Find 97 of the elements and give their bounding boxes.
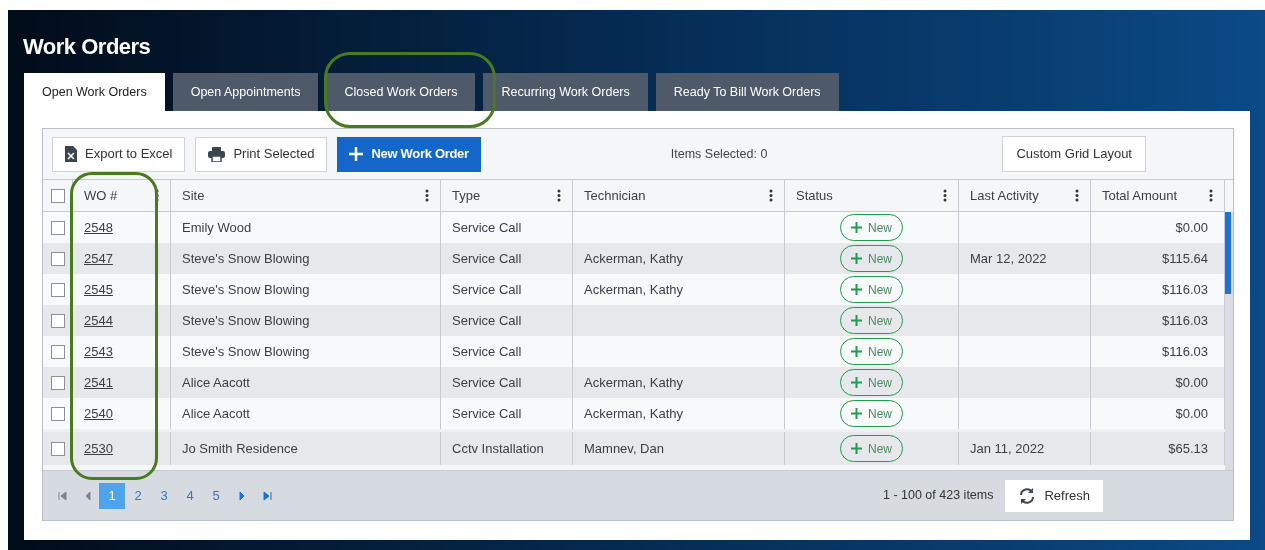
technician-cell-text: Mamnev, Dan bbox=[584, 439, 664, 458]
row-checkbox[interactable] bbox=[50, 441, 65, 456]
row-checkbox[interactable] bbox=[50, 251, 65, 266]
items-selected-label: Items Selected: 0 bbox=[670, 145, 768, 163]
plus-icon bbox=[851, 408, 862, 419]
row-checkbox[interactable] bbox=[50, 282, 65, 297]
work-order-link[interactable]: 2541 bbox=[84, 372, 113, 393]
plus-icon bbox=[851, 443, 862, 454]
column-menu-icon[interactable] bbox=[557, 189, 561, 202]
new-work-order-button[interactable]: New Work Order bbox=[337, 136, 481, 172]
type-cell-text: Service Call bbox=[452, 280, 522, 299]
plus-icon bbox=[851, 222, 862, 233]
plus-icon bbox=[349, 147, 364, 161]
work-order-link[interactable]: 2540 bbox=[84, 403, 113, 424]
pager-summary: 1 - 100 of 423 items bbox=[883, 487, 994, 505]
row-checkbox[interactable] bbox=[50, 313, 65, 328]
site-cell-text: Alice Aacott bbox=[182, 373, 250, 392]
work-order-link[interactable]: 2545 bbox=[84, 279, 113, 300]
column-menu-icon[interactable] bbox=[1075, 189, 1079, 202]
site-cell-text: Jo Smith Residence bbox=[182, 439, 298, 458]
type-cell-text: Service Call bbox=[452, 218, 522, 237]
column-header[interactable]: WO # bbox=[84, 185, 118, 206]
total-amount-cell-text: $116.03 bbox=[1161, 311, 1208, 330]
column-menu-icon[interactable] bbox=[943, 189, 947, 202]
total-amount-cell-text: $116.03 bbox=[1161, 342, 1208, 361]
previous-page-icon[interactable] bbox=[83, 490, 93, 501]
tab[interactable]: Recurring Work Orders bbox=[483, 73, 648, 111]
total-amount-cell-text: $0.00 bbox=[1175, 404, 1208, 423]
plus-icon bbox=[851, 346, 862, 357]
total-amount-cell-text: $0.00 bbox=[1175, 218, 1208, 237]
work-order-link[interactable]: 2544 bbox=[84, 310, 113, 331]
tab[interactable]: Open Appointments bbox=[172, 73, 319, 111]
site-cell-text: Alice Aacott bbox=[182, 404, 250, 423]
status-badge: New bbox=[840, 214, 903, 241]
column-header[interactable]: Status bbox=[796, 185, 833, 206]
technician-cell-text: Ackerman, Kathy bbox=[584, 373, 683, 392]
site-cell-text: Emily Wood bbox=[182, 218, 252, 237]
status-badge: New bbox=[840, 338, 903, 365]
site-cell-text: Steve's Snow Blowing bbox=[182, 280, 310, 299]
column-header[interactable]: Total Amount bbox=[1102, 185, 1178, 206]
status-badge: New bbox=[840, 245, 903, 272]
row-checkbox[interactable] bbox=[50, 188, 65, 203]
column-menu-icon[interactable] bbox=[769, 189, 773, 202]
last-activity-cell-text: Jan 11, 2022 bbox=[970, 439, 1045, 458]
total-amount-cell-text: $0.00 bbox=[1175, 373, 1208, 392]
last-page-icon[interactable] bbox=[263, 490, 273, 501]
printer-icon bbox=[208, 146, 226, 162]
status-badge: New bbox=[840, 400, 903, 427]
tab[interactable]: Closed Work Orders bbox=[326, 73, 476, 111]
column-menu-icon[interactable] bbox=[1209, 189, 1213, 202]
type-cell-text: Cctv Installation bbox=[452, 439, 544, 458]
total-amount-cell-text: $65.13 bbox=[1168, 439, 1208, 458]
row-checkbox[interactable] bbox=[50, 406, 65, 421]
last-activity-cell-text: Mar 12, 2022 bbox=[970, 249, 1047, 268]
column-header[interactable]: Site bbox=[182, 185, 205, 206]
status-badge: New bbox=[840, 276, 903, 303]
plus-icon bbox=[851, 377, 862, 388]
site-cell-text: Steve's Snow Blowing bbox=[182, 249, 310, 268]
type-cell-text: Service Call bbox=[452, 373, 522, 392]
technician-cell-text: Ackerman, Kathy bbox=[584, 404, 683, 423]
plus-icon bbox=[851, 253, 862, 264]
technician-cell-text: Ackerman, Kathy bbox=[584, 249, 683, 268]
print-selected-button[interactable]: Print Selected bbox=[195, 136, 328, 172]
type-cell-text: Service Call bbox=[452, 342, 522, 361]
type-cell-text: Service Call bbox=[452, 249, 522, 268]
type-cell-text: Service Call bbox=[452, 311, 522, 330]
tab[interactable]: Open Work Orders bbox=[24, 73, 165, 111]
tab[interactable]: Ready To Bill Work Orders bbox=[655, 73, 839, 111]
total-amount-cell-text: $116.03 bbox=[1161, 280, 1208, 299]
refresh-icon bbox=[1018, 486, 1037, 505]
plus-icon bbox=[851, 284, 862, 295]
technician-cell-text: Ackerman, Kathy bbox=[584, 280, 683, 299]
work-order-link[interactable]: 2530 bbox=[84, 438, 113, 459]
custom-grid-layout-button[interactable]: Custom Grid Layout bbox=[1002, 136, 1146, 172]
plus-icon bbox=[851, 315, 862, 326]
refresh-button[interactable]: Refresh bbox=[1005, 479, 1103, 512]
excel-file-icon bbox=[65, 146, 77, 162]
site-cell-text: Steve's Snow Blowing bbox=[182, 342, 310, 361]
type-cell-text: Service Call bbox=[452, 404, 522, 423]
row-checkbox[interactable] bbox=[50, 220, 65, 235]
column-header[interactable]: Technician bbox=[584, 185, 646, 206]
column-header[interactable]: Last Activity bbox=[970, 185, 1039, 206]
column-menu-icon[interactable] bbox=[425, 189, 429, 202]
total-amount-cell-text: $115.64 bbox=[1161, 249, 1208, 268]
column-header[interactable]: Type bbox=[452, 185, 481, 206]
status-badge: New bbox=[840, 369, 903, 396]
next-page-icon[interactable] bbox=[237, 490, 247, 501]
scrollbar[interactable] bbox=[1225, 212, 1233, 470]
work-order-link[interactable]: 2547 bbox=[84, 248, 113, 269]
export-excel-button[interactable]: Export to Excel bbox=[52, 136, 186, 172]
work-order-link[interactable]: 2548 bbox=[84, 217, 113, 238]
site-cell-text: Steve's Snow Blowing bbox=[182, 311, 310, 330]
row-checkbox[interactable] bbox=[50, 344, 65, 359]
work-order-link[interactable]: 2543 bbox=[84, 341, 113, 362]
first-page-icon[interactable] bbox=[57, 490, 67, 501]
page-title: Work Orders bbox=[22, 33, 152, 61]
row-checkbox[interactable] bbox=[50, 375, 65, 390]
